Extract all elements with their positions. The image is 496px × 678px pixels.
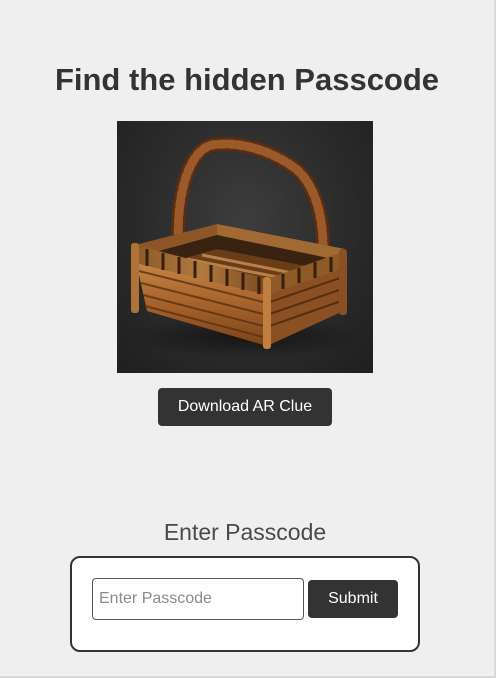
download-ar-clue-button[interactable]: Download AR Clue xyxy=(158,388,332,426)
basket-clue-image xyxy=(117,121,373,373)
wicker-basket-icon xyxy=(131,137,362,358)
passcode-input[interactable] xyxy=(92,578,304,620)
passcode-form: Submit xyxy=(70,556,420,652)
enter-passcode-heading: Enter Passcode xyxy=(163,519,327,545)
submit-button[interactable]: Submit xyxy=(308,580,398,618)
page-title: Find the hidden Passcode xyxy=(54,62,440,97)
